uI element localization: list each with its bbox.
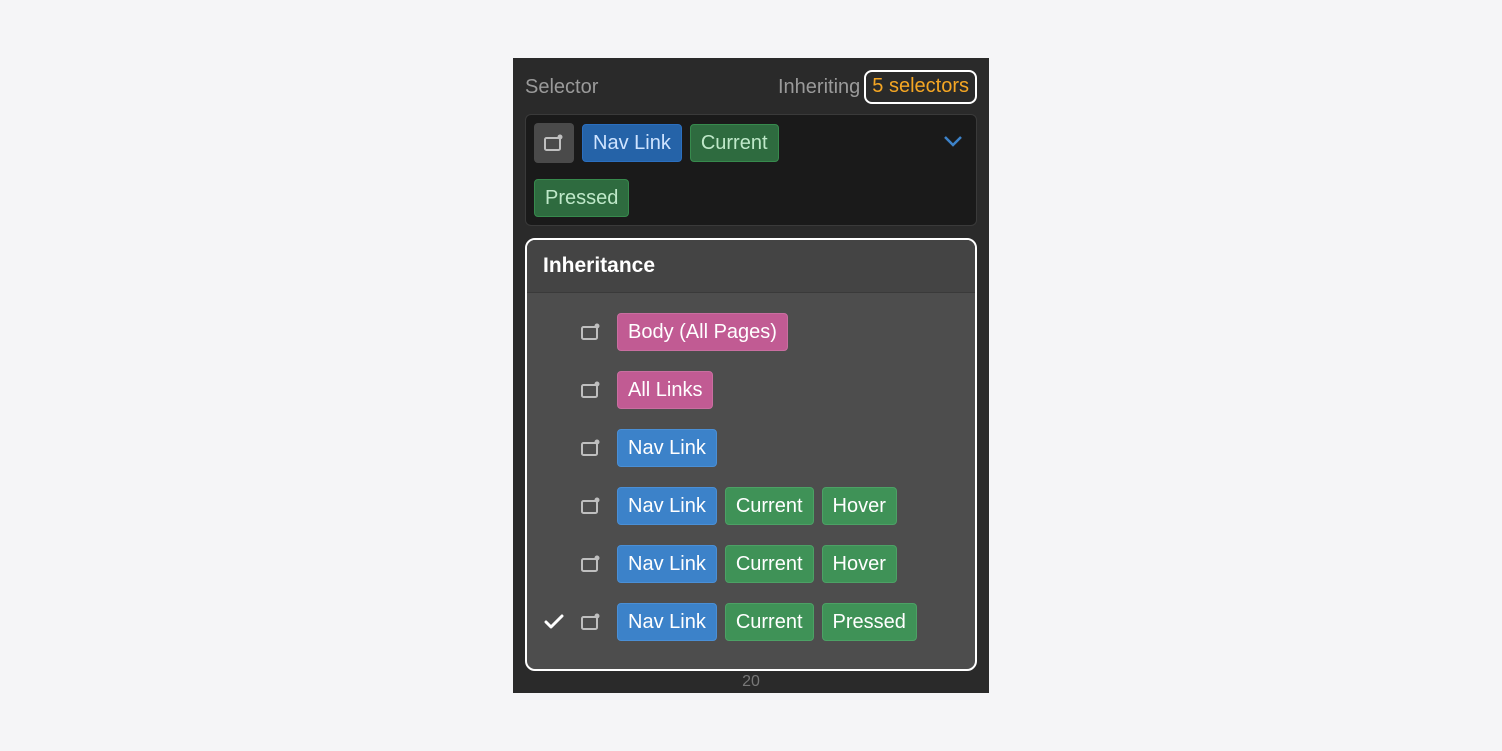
tags-slot: Nav LinkCurrentPressed (617, 603, 917, 641)
element-icon-slot (579, 613, 603, 631)
inheritance-title: Inheritance (527, 240, 975, 293)
inheritance-list: Body (All Pages)All LinksNav LinkNav Lin… (527, 293, 975, 669)
class-tag-navlink[interactable]: Nav Link (582, 124, 682, 162)
inheriting-group[interactable]: Inheriting 5 selectors (778, 70, 977, 104)
inheritance-row[interactable]: Nav Link (527, 419, 975, 477)
dropdown-caret-icon[interactable] (944, 135, 962, 153)
state-tag-pressed[interactable]: Pressed (534, 179, 629, 217)
green-tag[interactable]: Hover (822, 545, 897, 583)
inheritance-row[interactable]: Nav LinkCurrentHover (527, 477, 975, 535)
inheritance-row[interactable]: All Links (527, 361, 975, 419)
selector-header-row: Selector Inheriting 5 selectors (525, 70, 977, 114)
element-icon-slot (579, 323, 603, 341)
green-tag[interactable]: Current (725, 603, 814, 641)
element-icon-slot (579, 439, 603, 457)
tags-slot: Nav LinkCurrentHover (617, 545, 897, 583)
inheritance-row[interactable]: Body (All Pages) (527, 303, 975, 361)
pink-tag[interactable]: Body (All Pages) (617, 313, 788, 351)
spacing-value: 20 (525, 669, 977, 693)
tags-slot: Nav Link (617, 429, 717, 467)
tags-slot: Nav LinkCurrentHover (617, 487, 897, 525)
element-icon (581, 555, 601, 573)
element-icon (581, 323, 601, 341)
blue-tag[interactable]: Nav Link (617, 429, 717, 467)
pink-tag[interactable]: All Links (617, 371, 713, 409)
state-tag-current[interactable]: Current (690, 124, 779, 162)
selector-input[interactable]: Nav Link Current Pressed (525, 114, 977, 226)
blue-tag[interactable]: Nav Link (617, 545, 717, 583)
element-icon (581, 497, 601, 515)
element-icon (581, 381, 601, 399)
element-icon (581, 613, 601, 631)
selectors-count-badge[interactable]: 5 selectors (864, 70, 977, 104)
check-icon (544, 614, 564, 630)
green-tag[interactable]: Current (725, 545, 814, 583)
style-panel: Selector Inheriting 5 selectors Nav Link… (513, 58, 989, 693)
tags-slot: Body (All Pages) (617, 313, 788, 351)
element-icon-slot (579, 381, 603, 399)
element-icon (581, 439, 601, 457)
element-type-button[interactable] (534, 123, 574, 163)
tags-slot: All Links (617, 371, 713, 409)
green-tag[interactable]: Current (725, 487, 814, 525)
blue-tag[interactable]: Nav Link (617, 487, 717, 525)
element-icon (544, 134, 564, 152)
element-icon-slot (579, 497, 603, 515)
inheritance-row[interactable]: Nav LinkCurrentHover (527, 535, 975, 593)
element-icon-slot (579, 555, 603, 573)
selector-label: Selector (525, 76, 598, 99)
inheriting-label: Inheriting (778, 76, 860, 99)
check-slot (543, 614, 565, 630)
green-tag[interactable]: Hover (822, 487, 897, 525)
blue-tag[interactable]: Nav Link (617, 603, 717, 641)
inheritance-row[interactable]: Nav LinkCurrentPressed (527, 593, 975, 651)
inheritance-popover: Inheritance Body (All Pages) All Links Nav… (525, 238, 977, 671)
green-tag[interactable]: Pressed (822, 603, 917, 641)
